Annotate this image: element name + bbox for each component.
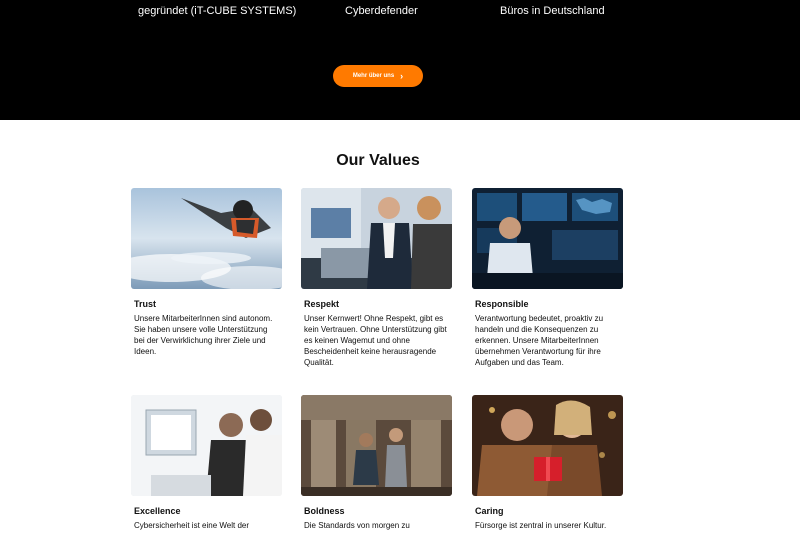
responsible-title: Responsible [475, 299, 529, 309]
stat-offices-label: Büros in Deutschland [500, 5, 605, 17]
more-about-us-label: Mehr über uns [352, 73, 395, 79]
boldness-text: Die Standards von morgen zu [304, 521, 410, 530]
hero-section: gegründet (iT-CUBE SYSTEMS) Cyberdefende… [0, 0, 800, 120]
responsible-image [472, 188, 623, 289]
respekt-title: Respekt [304, 299, 340, 309]
value-card-boldness: Boldness Die Standards von morgen zu [301, 395, 452, 531]
our-values-title: Our Values [336, 152, 420, 169]
stat-cyberdefender-label: Cyberdefender [345, 5, 418, 17]
responsible-text: Verantwortung bedeutet, proaktiv zu hand… [475, 314, 604, 367]
value-card-excellence: Excellence Cybersicherheit ist eine Welt… [131, 395, 282, 531]
value-card-trust: Trust Unsere MitarbeiterInnen sind auton… [131, 188, 282, 357]
trust-text: Unsere MitarbeiterInnen sind autonom. Si… [134, 314, 273, 356]
respekt-text: Unser Kernwert! Ohne Respekt, gibt es ke… [304, 314, 447, 367]
excellence-title: Excellence [134, 506, 181, 516]
caring-title: Caring [475, 506, 504, 516]
value-card-caring: Caring Fürsorge ist zentral in unserer K… [472, 395, 623, 531]
more-about-us-button[interactable]: Mehr über uns › [333, 65, 423, 87]
value-card-responsible: Responsible Verantwortung bedeutet, proa… [472, 188, 623, 368]
value-card-respekt: Respekt Unser Kernwert! Ohne Respekt, gi… [301, 188, 452, 368]
trust-image [131, 188, 282, 289]
trust-title: Trust [134, 299, 157, 309]
boldness-image [301, 395, 452, 496]
excellence-image [131, 395, 282, 496]
caring-text: Fürsorge ist zentral in unserer Kultur. [475, 521, 607, 530]
boldness-title: Boldness [304, 506, 345, 516]
stat-founded-label: gegründet (iT-CUBE SYSTEMS) [138, 5, 297, 17]
chevron-right-icon: › [400, 70, 404, 81]
excellence-text: Cybersicherheit ist eine Welt der [134, 521, 250, 530]
respekt-image [301, 188, 452, 289]
caring-image [472, 395, 623, 496]
